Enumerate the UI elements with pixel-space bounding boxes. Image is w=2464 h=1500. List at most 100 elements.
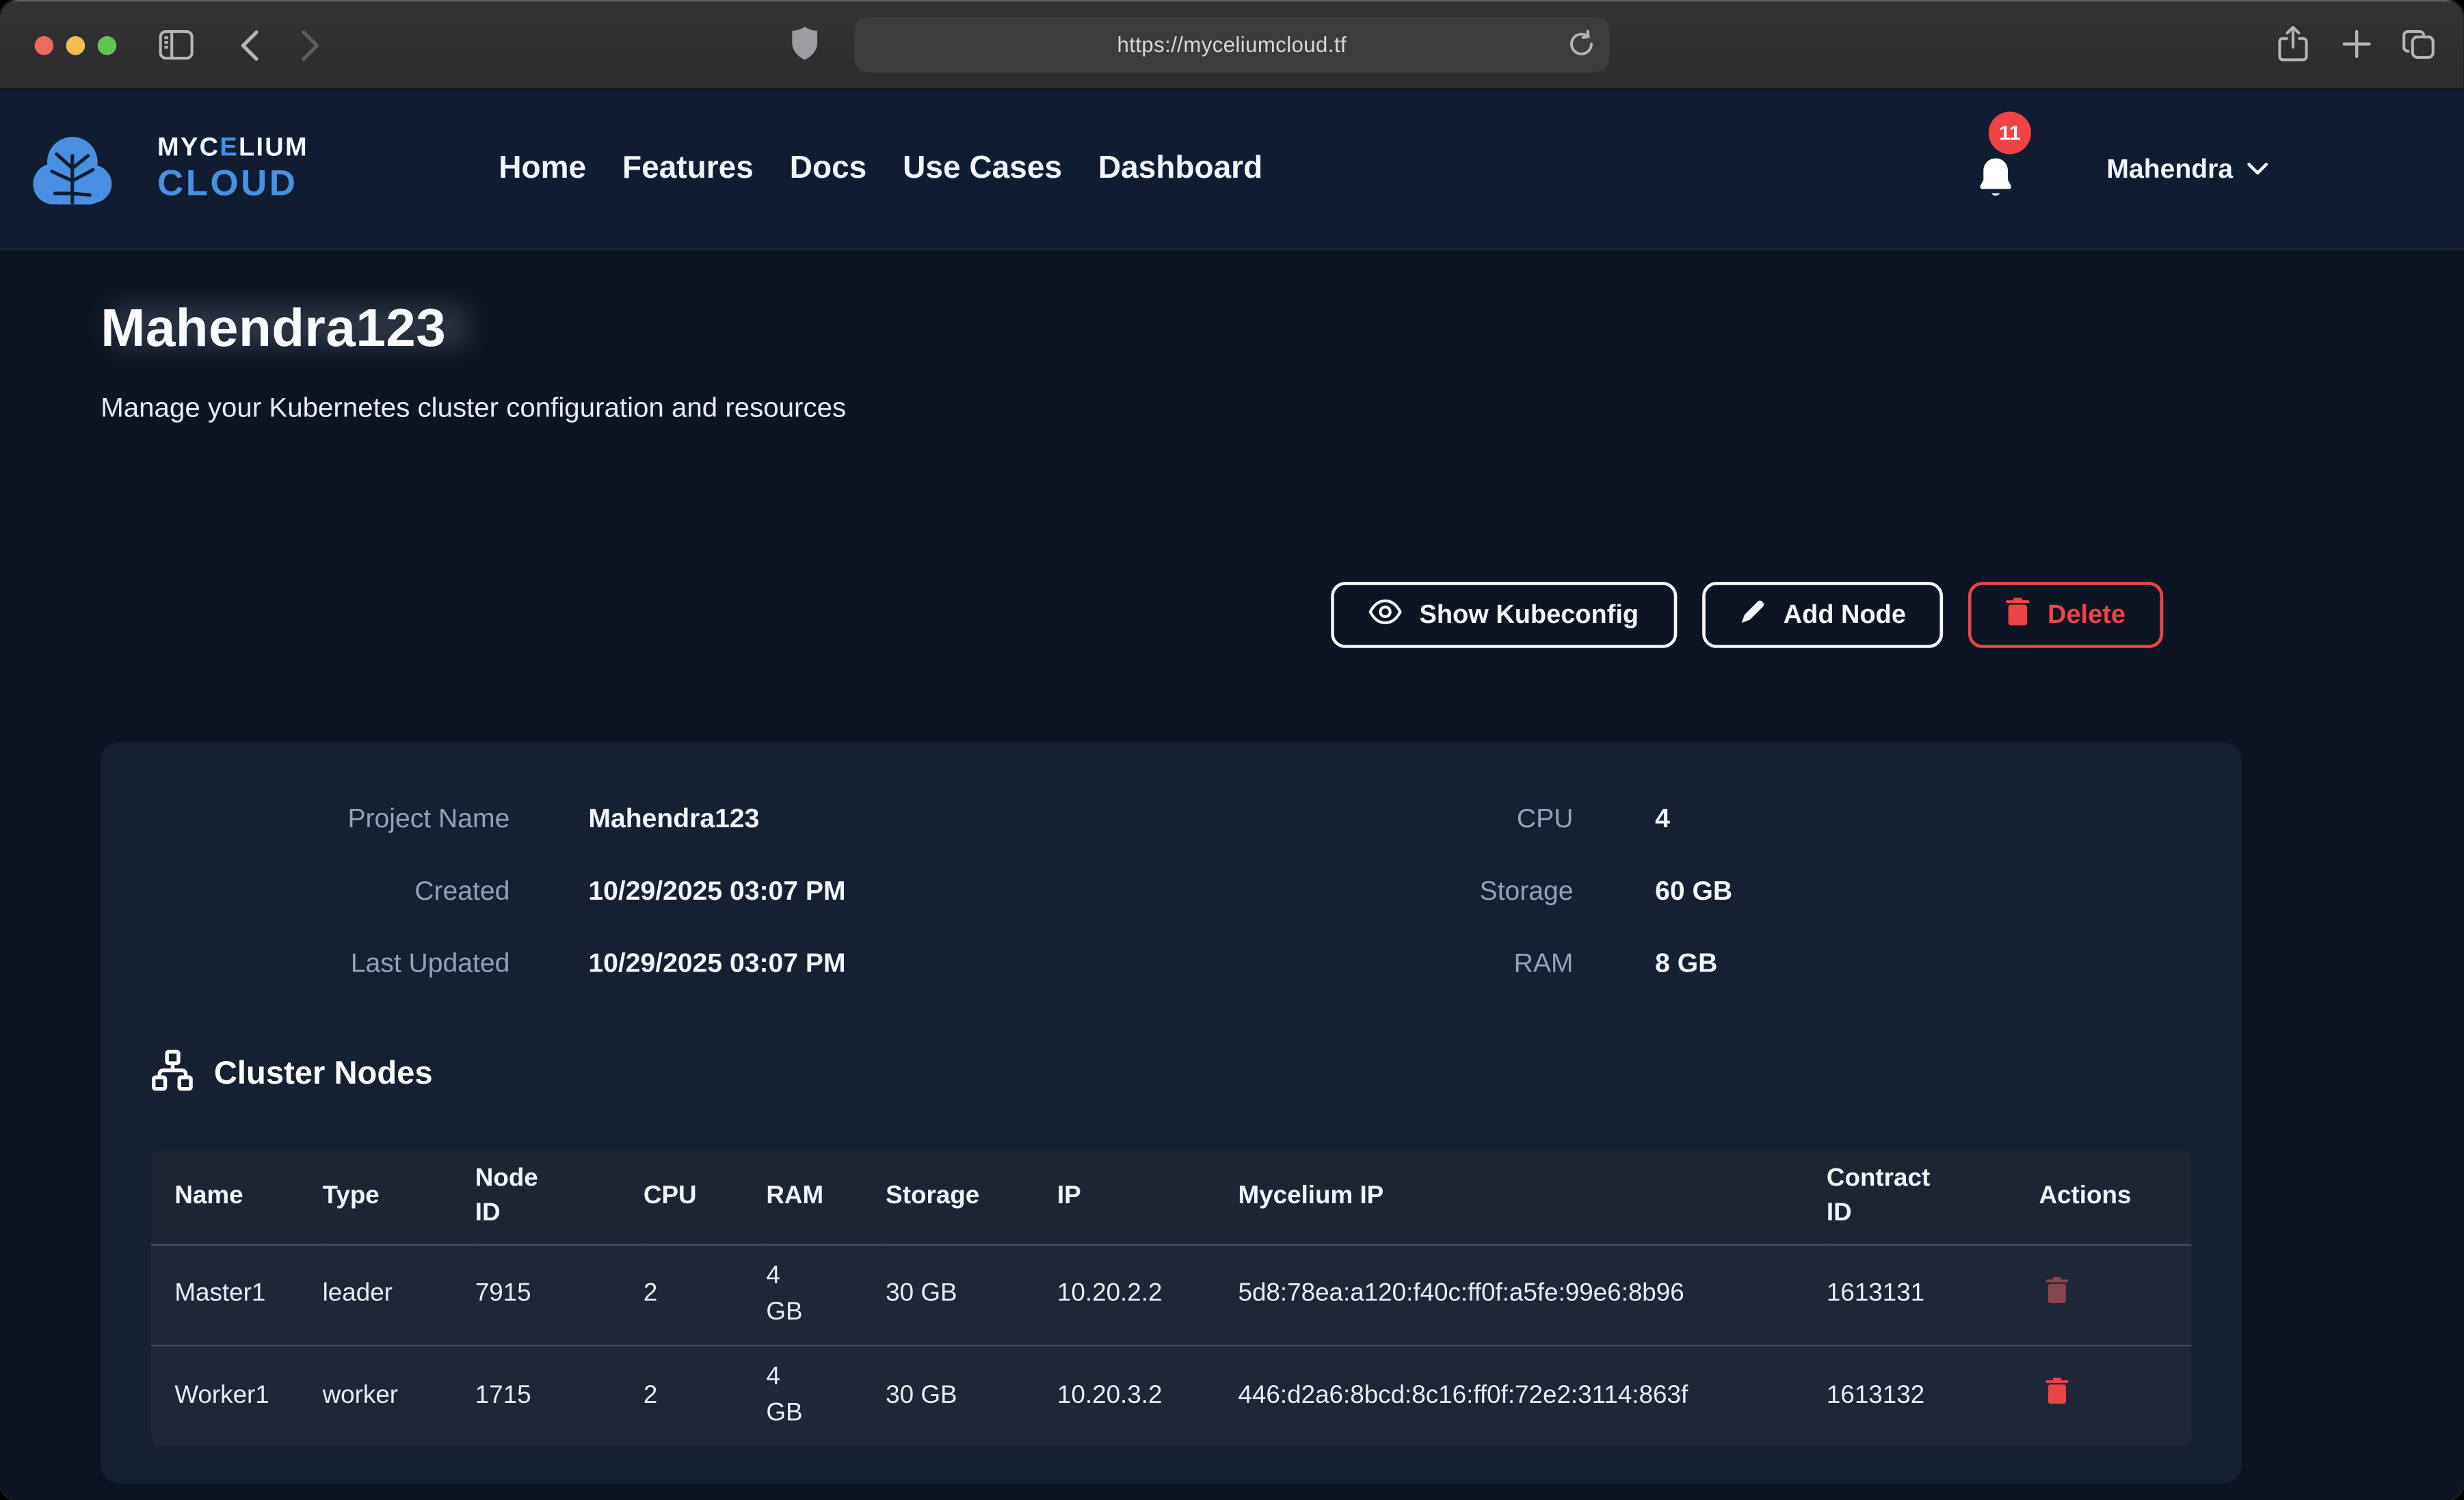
node-ip: 10.20.3.2 (1057, 1345, 1238, 1445)
node-id: 1715 (475, 1345, 644, 1445)
column-header: Type (323, 1151, 475, 1244)
node-name: Master1 (151, 1244, 323, 1345)
column-header: Contract ID (1827, 1151, 2039, 1244)
tab-overview-icon[interactable] (2402, 30, 2435, 65)
node-contract-id: 1613132 (1827, 1345, 2039, 1445)
share-icon[interactable] (2278, 25, 2308, 68)
column-header: Actions (2039, 1151, 2191, 1244)
node-id: 7915 (475, 1244, 644, 1345)
cluster-details-card: Project Name Mahendra123 Created 10/29/2… (101, 742, 2242, 1484)
nav-link-dashboard[interactable]: Dashboard (1098, 151, 1262, 187)
forward-icon[interactable] (300, 30, 321, 66)
node-storage: 30 GB (886, 1345, 1057, 1445)
cluster-actions: Show Kubeconfig Add Node (101, 582, 2242, 648)
trash-icon (2045, 1285, 2069, 1309)
notification-count-badge: 11 (1989, 111, 2031, 154)
url-text: https://myceliumcloud.tf (1117, 33, 1347, 57)
page: Mahendra123 Manage your Kubernetes clust… (0, 90, 2464, 1500)
storage-value: 60 GB (1655, 876, 1732, 907)
nav-links: Home Features Docs Use Cases Dashboard (499, 90, 1262, 248)
node-ram: 4 GB (766, 1345, 886, 1445)
fullscreen-button[interactable] (98, 36, 117, 55)
node-ip: 10.20.2.2 (1057, 1244, 1238, 1345)
node-type: leader (323, 1244, 475, 1345)
pencil-icon (1739, 598, 1766, 632)
nav-link-home[interactable]: Home (499, 151, 586, 187)
cluster-overview: Project Name Mahendra123 Created 10/29/2… (151, 784, 2192, 1000)
column-header: Storage (886, 1151, 1057, 1244)
last-updated-label: Last Updated (151, 948, 510, 980)
project-name-label: Project Name (151, 804, 510, 835)
ram-value: 8 GB (1655, 948, 1717, 980)
storage-label: Storage (1171, 876, 1574, 907)
node-mycelium-ip: 5d8:78ea:a120:f40c:ff0f:a5fe:99e6:8b96 (1238, 1244, 1826, 1345)
main-content: Mahendra123 Manage your Kubernetes clust… (0, 90, 2464, 1500)
overview-row: CPU 4 (1171, 784, 2190, 856)
overview-row: Last Updated 10/29/2025 03:07 PM (151, 928, 1171, 1000)
add-node-button[interactable]: Add Node (1701, 582, 1944, 648)
ram-label: RAM (1171, 948, 1574, 980)
delete-node-button[interactable] (2039, 1375, 2075, 1412)
column-header: Node ID (475, 1151, 644, 1244)
column-header: RAM (766, 1151, 886, 1244)
overview-row: Created 10/29/2025 03:07 PM (151, 855, 1171, 928)
node-contract-id: 1613131 (1827, 1244, 2039, 1345)
nav-link-use-cases[interactable]: Use Cases (903, 151, 1062, 187)
back-icon[interactable] (239, 30, 260, 66)
mycelium-cloud-logo-icon[interactable] (27, 124, 118, 224)
user-name: Mahendra (2106, 153, 2233, 185)
motion-blur-ghost (110, 305, 469, 347)
show-kubeconfig-button[interactable]: Show Kubeconfig (1332, 582, 1677, 648)
minimize-button[interactable] (66, 36, 85, 55)
brand-wordmark[interactable]: MYCELIUM CLOUD (157, 135, 308, 202)
created-value: 10/29/2025 03:07 PM (588, 876, 845, 907)
trash-icon (2045, 1386, 2069, 1410)
address-bar[interactable]: https://myceliumcloud.tf (854, 17, 1609, 72)
eye-icon (1369, 598, 1402, 631)
project-name-value: Mahendra123 (588, 804, 759, 835)
table-row: Worker1 worker 1715 2 4 GB 30 GB 10.20.3… (151, 1345, 2192, 1445)
delete-node-button[interactable] (2039, 1274, 2075, 1311)
column-header: CPU (644, 1151, 766, 1244)
cpu-value: 4 (1655, 804, 1670, 835)
cluster-nodes-table: Name Type Node ID CPU RAM Storage IP Myc… (151, 1151, 2192, 1445)
new-tab-icon[interactable] (2342, 30, 2370, 63)
network-icon (151, 1049, 194, 1099)
node-mycelium-ip: 446:d2a6:8bcd:8c16:ff0f:72e2:3114:863f (1238, 1345, 1826, 1445)
sidebar-toggle-icon[interactable] (159, 30, 194, 65)
browser-toolbar: https://myceliumcloud.tf (0, 0, 2464, 90)
cluster-nodes-heading: Cluster Nodes (151, 1051, 2192, 1098)
trash-icon (2006, 597, 2030, 633)
reload-icon[interactable] (1569, 30, 1595, 63)
column-header: Mycelium IP (1238, 1151, 1826, 1244)
node-cpu: 2 (644, 1244, 766, 1345)
column-header: Name (151, 1151, 323, 1244)
table-row: Master1 leader 7915 2 4 GB 30 GB 10.20.2… (151, 1244, 2192, 1345)
table-header-row: Name Type Node ID CPU RAM Storage IP Myc… (151, 1151, 2192, 1244)
show-kubeconfig-label: Show Kubeconfig (1420, 600, 1639, 630)
privacy-shield-icon (791, 27, 818, 69)
cluster-nodes-title: Cluster Nodes (214, 1056, 433, 1093)
delete-label: Delete (2048, 600, 2125, 630)
overview-row: Storage 60 GB (1171, 855, 2190, 928)
browser-window: https://myceliumcloud.tf (0, 0, 2464, 1500)
node-ram: 4 GB (766, 1244, 886, 1345)
node-type: worker (323, 1345, 475, 1445)
close-button[interactable] (35, 36, 54, 55)
nav-link-docs[interactable]: Docs (790, 151, 867, 187)
last-updated-value: 10/29/2025 03:07 PM (588, 948, 845, 980)
chevron-down-icon (2247, 157, 2269, 181)
page-subtitle: Manage your Kubernetes cluster configura… (101, 388, 2463, 426)
cpu-label: CPU (1171, 804, 1574, 835)
user-menu[interactable]: Mahendra (2106, 90, 2269, 248)
node-name: Worker1 (151, 1345, 323, 1445)
add-node-label: Add Node (1784, 600, 1906, 630)
delete-cluster-button[interactable]: Delete (1969, 582, 2163, 648)
node-storage: 30 GB (886, 1244, 1057, 1345)
column-header: IP (1057, 1151, 1238, 1244)
nav-link-features[interactable]: Features (622, 151, 754, 187)
created-label: Created (151, 876, 510, 907)
node-cpu: 2 (644, 1345, 766, 1445)
site-navbar: MYCELIUM CLOUD Home Features Docs Use Ca… (0, 90, 2464, 250)
overview-row: Project Name Mahendra123 (151, 784, 1171, 856)
